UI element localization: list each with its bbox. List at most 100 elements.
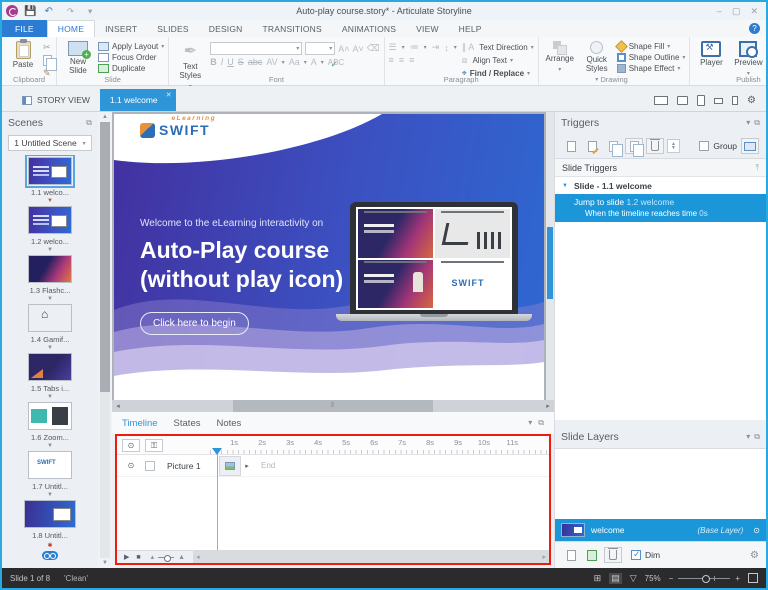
tab-slides[interactable]: SLIDES: [147, 20, 198, 37]
focus-order-button[interactable]: Focus Order: [98, 53, 164, 62]
timeline-scroll-right-icon[interactable]: ▸: [542, 553, 546, 561]
story-view-toggle-icon[interactable]: ⊞: [594, 573, 602, 584]
tab-transitions[interactable]: TRANSITIONS: [253, 20, 332, 37]
duplicate-layer-button[interactable]: [583, 547, 601, 563]
player-button[interactable]: Player: [694, 40, 728, 73]
tab-help[interactable]: HELP: [449, 20, 492, 37]
numbering-icon[interactable]: ≔: [410, 42, 421, 53]
selected-trigger[interactable]: Jump to slide 1.2 welcome When the timel…: [555, 194, 766, 222]
copy-icon[interactable]: [43, 55, 57, 71]
indent-icon[interactable]: ⇥: [432, 42, 442, 53]
spelling-icon[interactable]: ABC: [328, 58, 344, 69]
arrange-button[interactable]: Arrange ▾: [543, 40, 577, 73]
dim-checkbox[interactable]: [631, 549, 641, 560]
scene-item-1-2[interactable]: 1.2 welco...: [28, 206, 72, 246]
timeline-empty-area[interactable]: [117, 477, 549, 550]
states-tab[interactable]: States: [174, 418, 201, 429]
grow-font-icon[interactable]: A˄: [338, 44, 349, 54]
font-size-select[interactable]: ▾: [305, 42, 336, 55]
scene-thumb-1-4[interactable]: [28, 304, 72, 332]
group-checkbox[interactable]: [699, 141, 710, 151]
cut-icon[interactable]: ✂: [43, 42, 52, 53]
new-trigger-button[interactable]: [562, 138, 580, 154]
scene-thumb-1-1[interactable]: [25, 155, 75, 188]
show-all-eye-button[interactable]: ⊙: [122, 438, 140, 452]
scroll-right-icon[interactable]: ▸: [542, 402, 554, 410]
trigger-target-link[interactable]: 1.2 welcome: [626, 197, 674, 207]
maximize-button[interactable]: ▢: [732, 6, 741, 17]
tablet-portrait-icon[interactable]: [697, 95, 706, 106]
canvas-vertical-scrollbar[interactable]: [546, 112, 554, 400]
scene-item-1-8[interactable]: 1.8 Untitl...: [24, 500, 76, 540]
phone-landscape-icon[interactable]: [714, 97, 724, 104]
scene-item-1-7[interactable]: 1.7 Untitl...: [28, 451, 72, 491]
scene-item-1-3[interactable]: 1.3 Flashc...: [28, 255, 72, 295]
tab-home[interactable]: HOME: [46, 20, 96, 37]
layers-dropdown-icon[interactable]: ▾: [746, 432, 750, 442]
paste-trigger-button[interactable]: [625, 138, 644, 157]
layers-panel-icon[interactable]: ⧉: [754, 432, 760, 442]
trigger-wizard-button[interactable]: [741, 138, 759, 154]
timeline-dropdown-icon[interactable]: ▾: [528, 418, 532, 428]
scene-thumb-1-5[interactable]: [28, 353, 72, 381]
scene-thumb-1-3[interactable]: [28, 255, 72, 283]
font-color-button[interactable]: A: [311, 57, 317, 67]
base-layer-row[interactable]: welcome (Base Layer) ⊙: [555, 519, 766, 541]
layer-list[interactable]: [555, 448, 766, 519]
shape-fill-button[interactable]: Shape Fill ▾: [614, 40, 686, 53]
copy-trigger-button[interactable]: [604, 138, 623, 157]
align-text-button[interactable]: ⧈ Align Text ▾: [462, 55, 534, 66]
collapse-triangle-icon[interactable]: ▼: [562, 183, 568, 189]
collapse-all-icon[interactable]: ⤒: [755, 163, 759, 173]
preview-button[interactable]: Preview ▾: [731, 40, 765, 77]
delete-trigger-button[interactable]: [646, 138, 664, 154]
quick-styles-button[interactable]: Quick Styles ▾: [580, 39, 614, 83]
timeline-zoom-control[interactable]: ▴ ▲: [151, 553, 185, 562]
timeline-panel-icon[interactable]: ⧉: [538, 418, 544, 428]
tablet-landscape-icon[interactable]: [677, 96, 689, 105]
shape-effect-button[interactable]: Shape Effect ▾: [616, 64, 686, 73]
triggers-dropdown-icon[interactable]: ▾: [746, 118, 750, 128]
change-case-button[interactable]: Aa: [289, 57, 300, 67]
playhead-line[interactable]: [217, 455, 218, 550]
align-right-icon[interactable]: ≡: [409, 55, 416, 65]
notes-tab[interactable]: Notes: [216, 418, 241, 429]
zoom-in-plus-icon[interactable]: +: [735, 574, 740, 583]
tab-file[interactable]: FILE: [2, 20, 47, 37]
track-lock-checkbox[interactable]: [145, 460, 155, 471]
strikethrough-button[interactable]: S: [238, 57, 244, 67]
trigger-time-link[interactable]: 0s: [699, 209, 707, 218]
track-object-icon-cell[interactable]: [219, 455, 241, 476]
shrink-font-icon[interactable]: A˅: [353, 44, 364, 54]
underline-button[interactable]: U: [227, 57, 234, 67]
zoom-slider-control[interactable]: − +: [669, 574, 740, 583]
timeline-track-picture1[interactable]: ⊙ Picture 1 ▸ End: [117, 455, 549, 477]
play-button[interactable]: ▶: [124, 553, 129, 561]
zoom-slider-track[interactable]: [678, 574, 731, 583]
zoom-in-icon[interactable]: ▲: [178, 554, 185, 561]
italic-button[interactable]: I: [221, 57, 224, 67]
scene-item-1-1[interactable]: 1.1 welco...: [25, 155, 75, 197]
track-name[interactable]: Picture 1: [167, 461, 219, 471]
clear-format-icon[interactable]: ⌫: [367, 43, 380, 54]
minimize-button[interactable]: –: [717, 6, 722, 17]
slide-view-toggle-icon[interactable]: ▤: [609, 572, 622, 584]
scene-selector-dropdown[interactable]: 1 Untitled Scene ▾: [8, 135, 92, 151]
paste-button[interactable]: Paste: [6, 39, 40, 73]
scene-thumb-1-6[interactable]: [28, 402, 72, 430]
scene-item-1-5[interactable]: 1.5 Tabs i...: [28, 353, 72, 393]
scene-thumb-1-8[interactable]: [24, 500, 76, 528]
scenes-scrollbar[interactable]: ▲ ▼: [98, 112, 112, 568]
reorder-trigger-buttons[interactable]: ▲ ▼: [667, 139, 680, 153]
text-direction-button[interactable]: ∥A Text Direction ▾: [462, 42, 534, 53]
zoom-slider[interactable]: [158, 554, 175, 562]
timeline-scroll-left-icon[interactable]: ◂: [196, 553, 200, 561]
scenes-scrollbar-thumb[interactable]: [100, 122, 110, 393]
fit-to-window-icon[interactable]: [748, 573, 758, 583]
align-center-icon[interactable]: ≡: [399, 55, 406, 65]
story-view-tab[interactable]: STORY VIEW: [12, 89, 100, 111]
duplicate-button[interactable]: Duplicate: [98, 64, 164, 73]
triggers-panel-icon[interactable]: ⧉: [754, 118, 760, 128]
delete-layer-button[interactable]: [604, 547, 622, 563]
scene-thumb-1-7[interactable]: [28, 451, 72, 479]
